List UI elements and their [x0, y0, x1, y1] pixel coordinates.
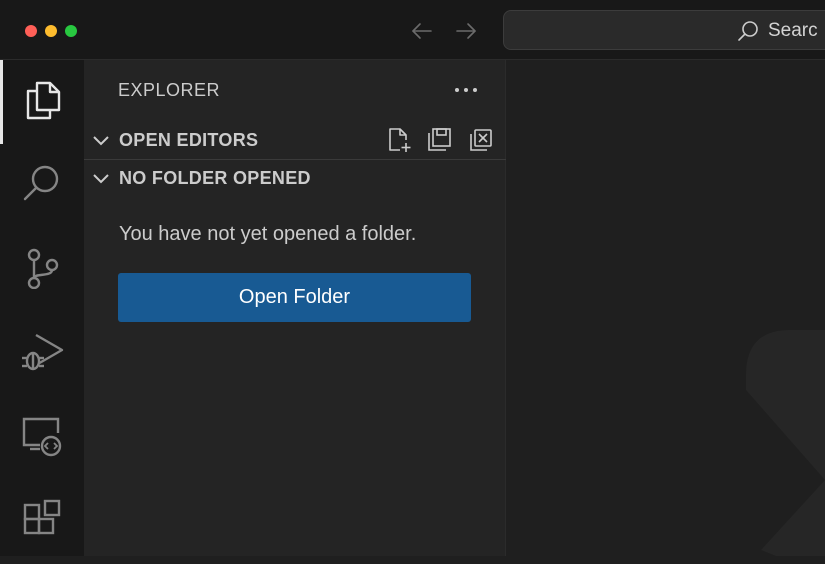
activity-explorer[interactable] [0, 60, 84, 144]
extensions-icon [21, 499, 63, 546]
new-file-icon[interactable] [385, 126, 413, 154]
activity-source-control[interactable] [0, 228, 84, 312]
back-arrow-icon[interactable] [409, 18, 435, 44]
section-label-no-folder: NO FOLDER OPENED [119, 168, 311, 188]
sidebar-title: EXPLORER [118, 80, 221, 100]
run-debug-icon [20, 331, 64, 378]
activity-remote-explorer[interactable] [0, 396, 84, 480]
title-bar: Searc [0, 0, 825, 60]
section-open-editors[interactable]: OPEN EDITORS [84, 122, 506, 160]
more-actions-icon[interactable] [452, 78, 480, 102]
remote-explorer-icon [20, 415, 64, 462]
explorer-sidebar: EXPLORER OPEN EDITORS NO FOLDER OPENED Y… [84, 60, 506, 556]
section-no-folder-opened[interactable]: NO FOLDER OPENED [84, 160, 506, 198]
minimize-window-button[interactable] [45, 25, 57, 37]
activity-bar [0, 60, 84, 556]
activity-extensions[interactable] [0, 480, 84, 564]
editor-area [506, 60, 825, 556]
source-control-icon [21, 247, 63, 294]
maximize-window-button[interactable] [65, 25, 77, 37]
search-icon [21, 163, 63, 210]
chevron-down-icon [92, 131, 110, 149]
search-icon [736, 19, 760, 43]
close-window-button[interactable] [25, 25, 37, 37]
save-all-icon[interactable] [425, 126, 453, 154]
open-folder-button[interactable]: Open Folder [118, 273, 471, 322]
files-icon [21, 79, 63, 126]
search-placeholder-text: Searc [768, 20, 818, 41]
activity-search[interactable] [0, 144, 84, 228]
active-indicator [0, 60, 3, 144]
activity-run-debug[interactable] [0, 312, 84, 396]
chevron-down-icon [92, 169, 110, 187]
close-all-icon[interactable] [467, 126, 495, 154]
no-folder-message: You have not yet opened a folder. [119, 223, 417, 245]
section-label-open-editors: OPEN EDITORS [119, 130, 259, 150]
vscode-logo-watermark [506, 60, 825, 556]
command-center-search[interactable]: Searc [503, 10, 825, 50]
forward-arrow-icon[interactable] [453, 18, 479, 44]
